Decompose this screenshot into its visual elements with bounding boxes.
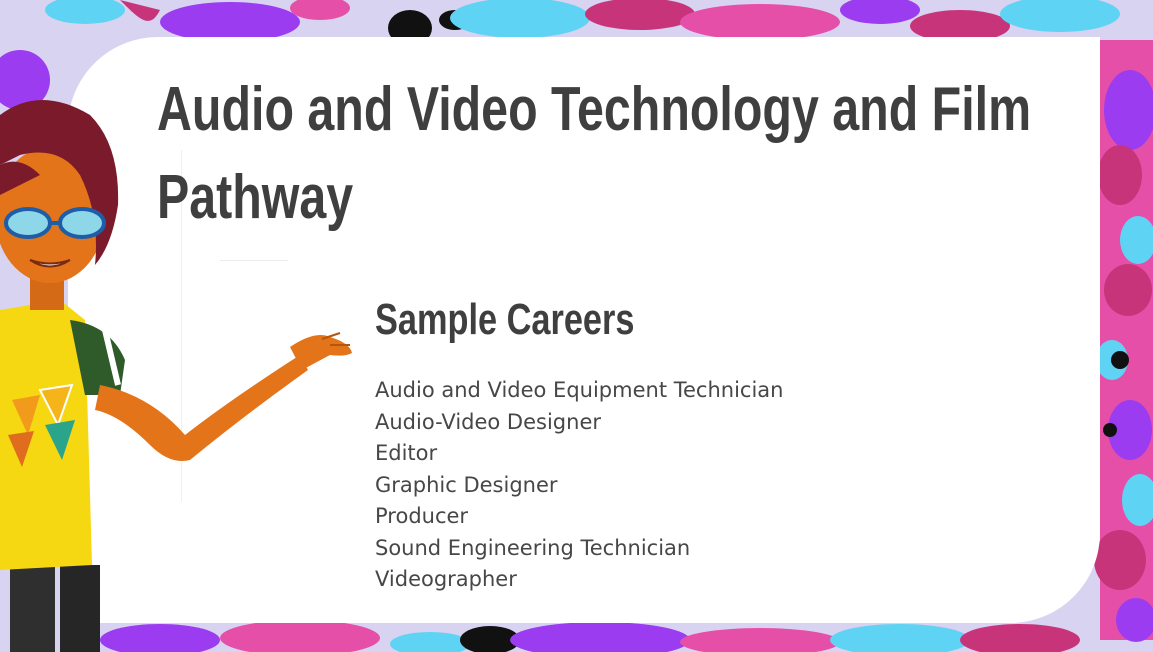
slide: Audio and Video Technology and Film Path… — [0, 0, 1153, 652]
section-heading: Sample Careers — [375, 295, 635, 344]
list-item: Sound Engineering Technician — [375, 535, 691, 560]
presenter-character-illustration — [0, 100, 352, 652]
list-item: Audio and Video Equipment Technician — [375, 378, 784, 402]
list-item: Audio-Video Designer — [375, 409, 601, 434]
careers-list: Audio and Video Equipment Technician Aud… — [375, 375, 783, 596]
list-item: Producer — [375, 504, 469, 528]
list-item: Graphic Designer — [375, 472, 558, 497]
list-item: Videographer — [375, 567, 517, 591]
list-item: Editor — [375, 441, 438, 465]
